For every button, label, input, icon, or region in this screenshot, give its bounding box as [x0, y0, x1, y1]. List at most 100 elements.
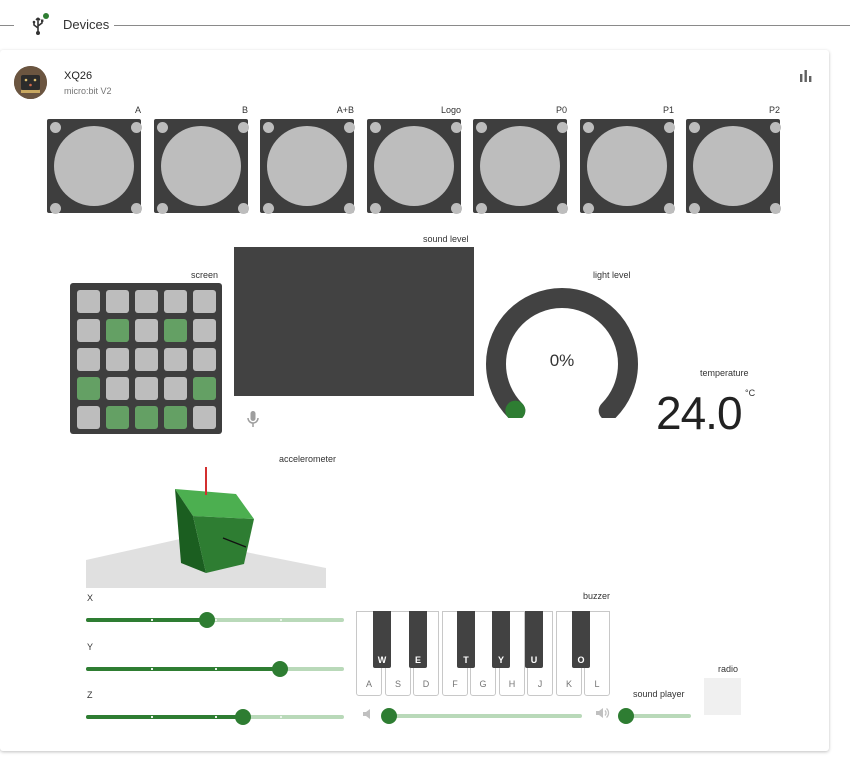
device-card: XQ26 micro:bit V2 A B A+B Logo P0 P1 P2 screen…: [0, 50, 829, 751]
button-p0[interactable]: [473, 119, 568, 214]
piano-key-label: D: [422, 679, 430, 689]
button-screw: [451, 122, 462, 133]
light-level-gauge[interactable]: 0%: [480, 278, 644, 418]
piano-key-label: W: [377, 655, 387, 665]
accel-y-label: Y: [87, 642, 94, 652]
sound-player-volume-track[interactable]: [626, 714, 691, 718]
button-screw: [583, 122, 594, 133]
led-2-3[interactable]: [164, 348, 187, 371]
led-2-2[interactable]: [135, 348, 158, 371]
piano-key-o[interactable]: O: [572, 611, 590, 668]
volume-up-icon[interactable]: [596, 706, 610, 720]
button-face: [587, 126, 667, 206]
header-divider-right: [114, 25, 850, 26]
button-b[interactable]: [154, 119, 249, 214]
accel-x-thumb[interactable]: [199, 612, 216, 628]
led-0-3[interactable]: [164, 290, 187, 313]
button-screw: [689, 203, 700, 214]
led-1-0[interactable]: [77, 319, 100, 342]
buzzer-label: buzzer: [583, 591, 611, 601]
button-screw: [263, 122, 274, 133]
piano-key-label: U: [530, 655, 538, 665]
slider-tick: [215, 619, 217, 621]
led-0-1[interactable]: [106, 290, 129, 313]
devices-header: Devices: [0, 0, 850, 50]
piano-key-label: A: [365, 679, 372, 689]
slider-tick: [279, 716, 282, 718]
slider-tick: [150, 668, 153, 670]
led-2-4[interactable]: [193, 348, 216, 371]
light-level-value: 0%: [550, 351, 575, 370]
led-4-0[interactable]: [77, 406, 100, 429]
led-3-0[interactable]: [77, 377, 100, 400]
piano-key-w[interactable]: W: [373, 611, 391, 668]
button-p1[interactable]: [580, 119, 675, 214]
led-0-0[interactable]: [77, 290, 100, 313]
piano-key-u[interactable]: U: [525, 611, 543, 668]
led-1-3[interactable]: [164, 319, 187, 342]
piano-key-label: H: [508, 679, 516, 689]
piano-key-label: L: [594, 679, 600, 689]
button-screw: [370, 122, 381, 133]
piano-key-t[interactable]: T: [457, 611, 475, 668]
button-screw: [344, 122, 355, 133]
buzzer-piano: A S D F G H J K L W E T Y U O: [356, 611, 614, 698]
led-3-2[interactable]: [135, 377, 158, 400]
usb-icon: [32, 13, 49, 35]
piano-key-label: E: [414, 655, 421, 665]
temperature-value[interactable]: 24.0: [656, 386, 743, 440]
button-screw: [157, 122, 168, 133]
accel-x-label: X: [87, 593, 94, 603]
piano-key-e[interactable]: E: [409, 611, 427, 668]
microphone-icon[interactable]: [245, 410, 261, 428]
slider-tick: [215, 668, 217, 670]
sound-level-display[interactable]: [234, 247, 474, 396]
bar-chart-icon[interactable]: [799, 70, 813, 82]
buzzer-volume-track[interactable]: [389, 714, 582, 718]
button-label-a-plus-b: A+B: [336, 105, 354, 115]
volume-mute-icon[interactable]: [362, 707, 376, 721]
led-1-4[interactable]: [193, 319, 216, 342]
button-screw: [770, 203, 781, 214]
device-name[interactable]: XQ26: [64, 70, 92, 82]
sound-player-volume-thumb[interactable]: [618, 708, 634, 724]
accelerometer-3d-view[interactable]: [86, 464, 326, 588]
button-face: [54, 126, 134, 206]
button-label-p2: P2: [768, 105, 780, 115]
led-0-2[interactable]: [135, 290, 158, 313]
sound-level-label: sound level: [423, 234, 469, 244]
button-logo[interactable]: [367, 119, 462, 214]
button-screw: [263, 203, 274, 214]
led-screen[interactable]: [70, 283, 222, 434]
button-screw: [557, 203, 568, 214]
piano-key-y[interactable]: Y: [492, 611, 510, 668]
accel-z-fill: [86, 715, 244, 719]
led-3-4[interactable]: [193, 377, 216, 400]
button-a[interactable]: [47, 119, 142, 214]
led-3-1[interactable]: [106, 377, 129, 400]
led-4-1[interactable]: [106, 406, 129, 429]
led-1-1[interactable]: [106, 319, 129, 342]
led-4-3[interactable]: [164, 406, 187, 429]
button-label-p1: P1: [662, 105, 674, 115]
led-1-2[interactable]: [135, 319, 158, 342]
button-p2[interactable]: [686, 119, 781, 214]
accel-y-thumb[interactable]: [271, 661, 288, 677]
led-2-1[interactable]: [106, 348, 129, 371]
led-4-4[interactable]: [193, 406, 216, 429]
buzzer-volume-thumb[interactable]: [381, 708, 397, 724]
accel-z-thumb[interactable]: [235, 709, 252, 725]
button-label-p0: P0: [555, 105, 567, 115]
radio-panel[interactable]: [704, 678, 741, 715]
sound-player-label: sound player: [633, 689, 685, 699]
led-3-3[interactable]: [164, 377, 187, 400]
button-screw: [664, 203, 675, 214]
led-0-4[interactable]: [193, 290, 216, 313]
piano-key-label: S: [394, 679, 401, 689]
led-4-2[interactable]: [135, 406, 158, 429]
button-screw: [451, 203, 462, 214]
piano-key-label: T: [463, 655, 469, 665]
button-label-a: A: [134, 105, 141, 115]
button-a-plus-b[interactable]: [260, 119, 355, 214]
led-2-0[interactable]: [77, 348, 100, 371]
